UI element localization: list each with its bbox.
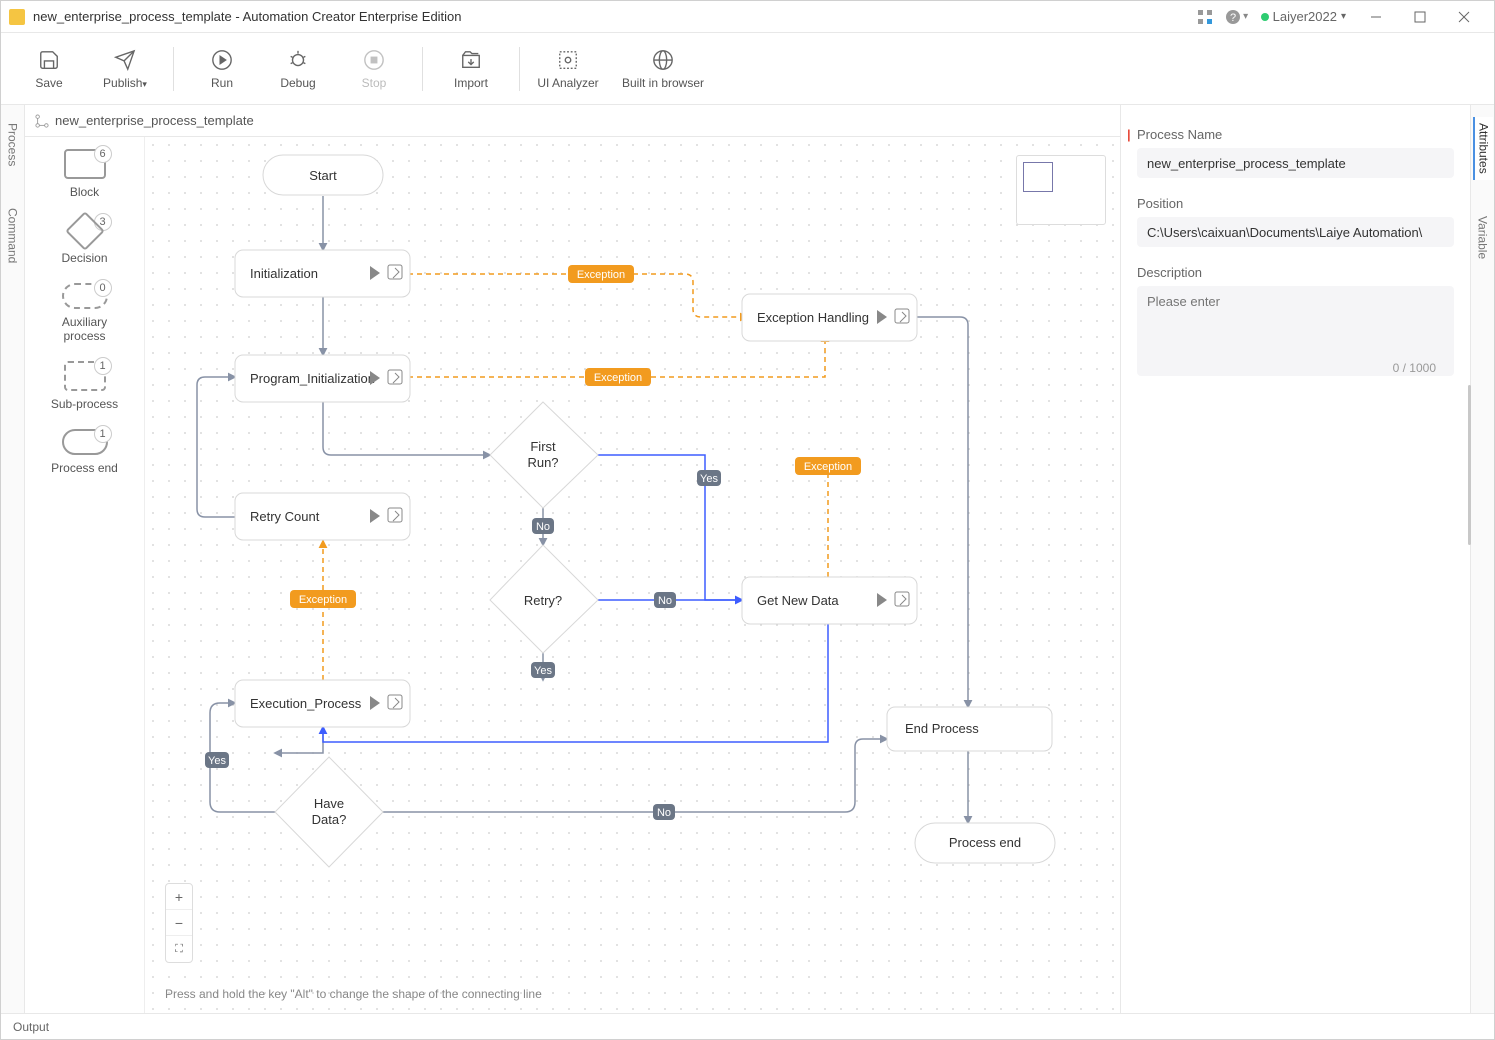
debug-icon	[286, 48, 310, 72]
svg-text:Yes: Yes	[700, 473, 718, 485]
svg-text:No: No	[658, 595, 672, 607]
import-button[interactable]: Import	[435, 39, 507, 99]
run-icon	[210, 48, 234, 72]
svg-text:Exception: Exception	[299, 594, 347, 606]
import-icon	[459, 48, 483, 72]
svg-text:Process end: Process end	[949, 835, 1021, 850]
canvas[interactable]: Exception Exception Yes	[145, 137, 1120, 1013]
app-icon	[9, 9, 25, 25]
user-menu[interactable]: Laiyer2022 ▾	[1261, 9, 1346, 24]
svg-text:Have: Have	[314, 796, 344, 811]
rail-tab-attributes[interactable]: Attributes	[1473, 117, 1493, 180]
zoom-fit-button[interactable]: ⛶	[166, 936, 192, 962]
svg-text:Exception: Exception	[804, 461, 852, 473]
rail-tab-variable[interactable]: Variable	[1474, 210, 1492, 265]
stop-button: Stop	[338, 39, 410, 99]
apps-icon[interactable]	[1191, 3, 1219, 31]
maximize-button[interactable]	[1398, 1, 1442, 33]
palette-badge: 1	[94, 357, 112, 375]
tab-label[interactable]: new_enterprise_process_template	[55, 113, 254, 128]
palette-badge: 6	[94, 145, 112, 163]
scrollbar[interactable]	[1468, 385, 1471, 545]
svg-text:Start: Start	[309, 168, 337, 183]
svg-text:Retry?: Retry?	[524, 593, 562, 608]
publish-button[interactable]: Publish▾	[89, 39, 161, 99]
save-button[interactable]: Save	[13, 39, 85, 99]
svg-text:No: No	[657, 807, 671, 819]
help-icon[interactable]: ? ▾	[1223, 3, 1251, 31]
svg-text:Exception: Exception	[594, 372, 642, 384]
titlebar: new_enterprise_process_template - Automa…	[1, 1, 1494, 33]
svg-text:Exception Handling: Exception Handling	[757, 310, 869, 325]
svg-text:?: ?	[1230, 12, 1236, 24]
status-output[interactable]: Output	[13, 1020, 49, 1034]
svg-text:No: No	[536, 521, 550, 533]
zoom-out-button[interactable]: −	[166, 910, 192, 936]
status-dot-icon	[1261, 13, 1269, 21]
svg-text:Yes: Yes	[208, 755, 226, 767]
svg-text:Initialization: Initialization	[250, 266, 318, 281]
process-name-input[interactable]	[1137, 148, 1454, 178]
svg-text:Program_Initialization: Program_Initialization	[250, 371, 375, 386]
palette-sub-process[interactable]: 1 Sub-process	[40, 361, 130, 411]
attributes-panel: Process Name Position Description 0 / 10…	[1120, 105, 1470, 1013]
left-rail: Process Command	[1, 105, 25, 1013]
statusbar: Output	[1, 1013, 1494, 1039]
publish-icon	[113, 48, 137, 72]
zoom-controls: + − ⛶	[165, 883, 193, 963]
svg-text:Retry Count: Retry Count	[250, 509, 320, 524]
browser-icon	[651, 48, 675, 72]
palette: 6 Block 3 Decision 0 Auxiliary process	[25, 137, 145, 1013]
window-title: new_enterprise_process_template - Automa…	[33, 9, 462, 24]
svg-text:Get New Data: Get New Data	[757, 593, 839, 608]
svg-text:Data?: Data?	[312, 812, 347, 827]
rail-tab-command[interactable]: Command	[4, 202, 22, 269]
svg-text:First: First	[530, 439, 556, 454]
ui-analyzer-icon	[556, 48, 580, 72]
palette-badge: 1	[94, 425, 112, 443]
close-button[interactable]	[1442, 1, 1486, 33]
minimap[interactable]	[1016, 155, 1106, 225]
position-label: Position	[1137, 196, 1454, 211]
palette-process-end[interactable]: 1 Process end	[40, 429, 130, 475]
svg-text:Execution_Process: Execution_Process	[250, 696, 362, 711]
minimize-button[interactable]	[1354, 1, 1398, 33]
stop-icon	[362, 48, 386, 72]
description-label: Description	[1137, 265, 1454, 280]
debug-button[interactable]: Debug	[262, 39, 334, 99]
position-input[interactable]	[1137, 217, 1454, 247]
svg-text:Run?: Run?	[527, 455, 558, 470]
builtin-browser-button[interactable]: Built in browser	[608, 39, 718, 99]
run-button[interactable]: Run	[186, 39, 258, 99]
toolbar: Save Publish▾ Run Debug Stop Import UI A…	[1, 33, 1494, 105]
palette-badge: 0	[94, 279, 112, 297]
zoom-in-button[interactable]: +	[166, 884, 192, 910]
palette-aux-process[interactable]: 0 Auxiliary process	[40, 283, 130, 343]
rail-tab-process[interactable]: Process	[4, 117, 22, 172]
svg-text:Yes: Yes	[534, 665, 552, 677]
palette-decision[interactable]: 3 Decision	[40, 217, 130, 265]
ui-analyzer-button[interactable]: UI Analyzer	[532, 39, 604, 99]
canvas-hint: Press and hold the key "Alt" to change t…	[165, 987, 542, 1001]
save-icon	[37, 48, 61, 72]
palette-block[interactable]: 6 Block	[40, 149, 130, 199]
flow-icon	[35, 114, 49, 128]
svg-text:End Process: End Process	[905, 721, 979, 736]
svg-text:Exception: Exception	[577, 269, 625, 281]
right-rail: Attributes Variable	[1470, 105, 1494, 1013]
process-name-label: Process Name	[1137, 127, 1454, 142]
editor-tabs: new_enterprise_process_template	[25, 105, 1120, 137]
